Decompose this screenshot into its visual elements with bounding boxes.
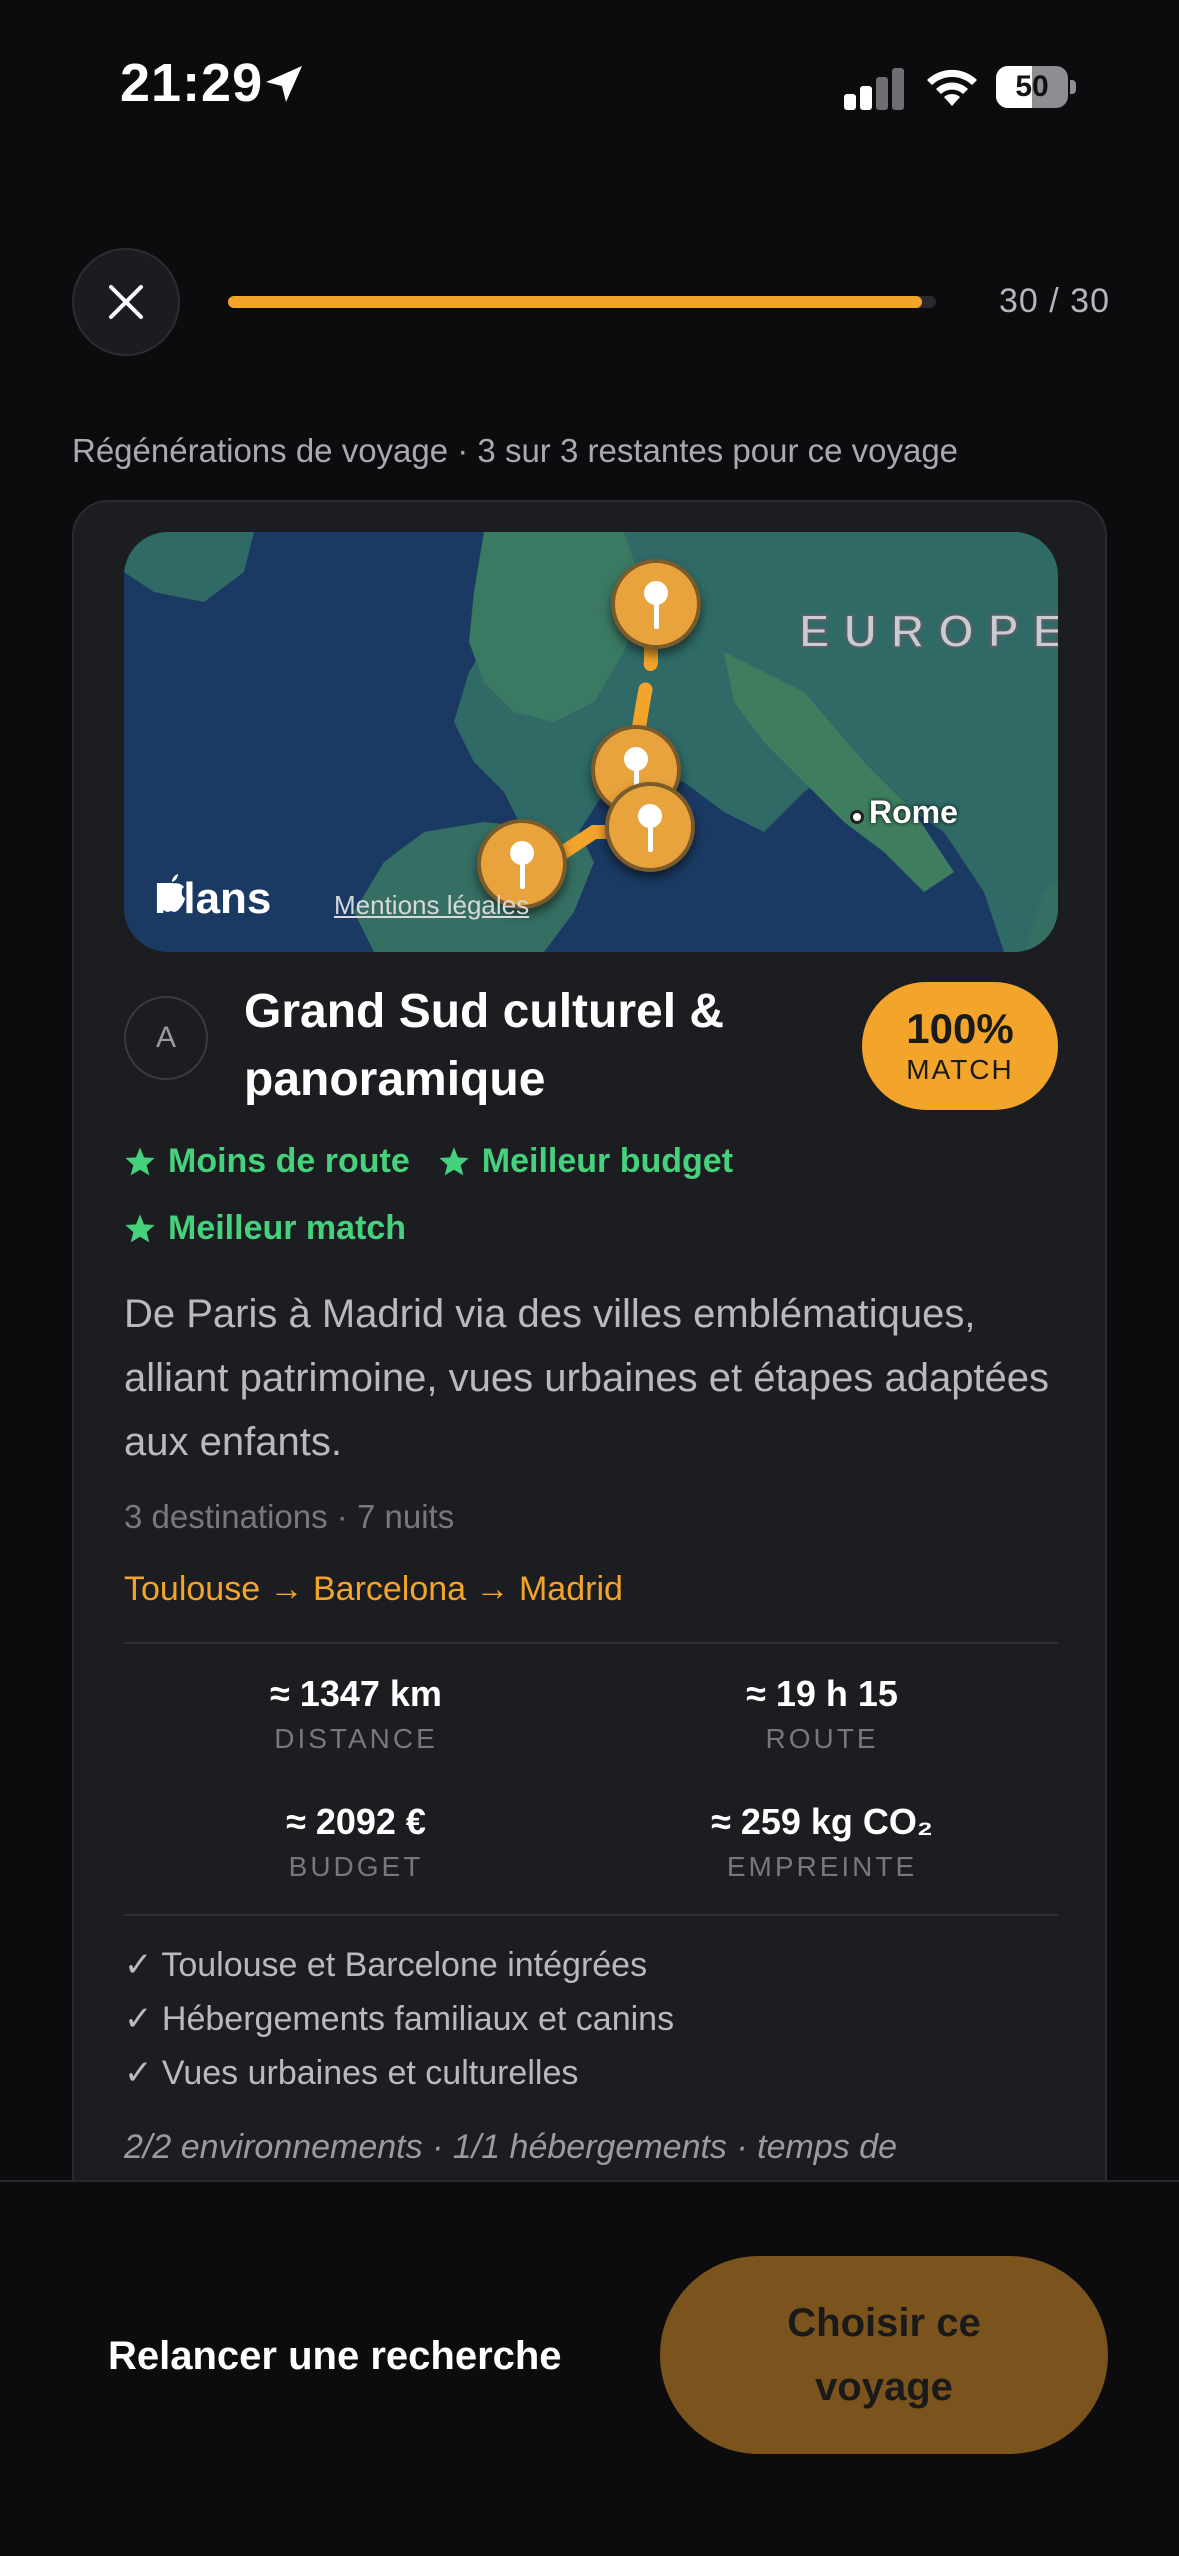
status-bar: 21:29 50 — [0, 0, 1179, 175]
trip-map[interactable]: EUROPE Rome Plans Mentions légales — [124, 532, 1058, 952]
stat-route: ≈ 19 h 15 ROUTE — [746, 1673, 898, 1754]
star-icon — [125, 1146, 155, 1175]
apple-logo-icon — [157, 874, 185, 912]
progress-fill — [228, 296, 922, 308]
tag-least-driving: Moins de route — [124, 1142, 410, 1181]
trip-description: De Paris à Madrid via des villes embléma… — [124, 1292, 1050, 1464]
match-label: MATCH — [906, 1054, 1014, 1085]
progress-count: 30 / 30 — [999, 282, 1110, 320]
map-brand: Plans — [154, 874, 272, 923]
map-region-label: EUROPE — [798, 604, 1058, 658]
avatar: A — [124, 996, 208, 1080]
battery-level: 50 — [1015, 70, 1049, 103]
highlights-list: ✓ Toulouse et Barcelone intégrées ✓ Hébe… — [124, 1938, 1064, 2100]
trip-footnote: 2/2 environnements · 1/1 hébergements · … — [124, 2128, 897, 2166]
divider — [124, 1914, 1058, 1916]
map-city-label: Rome — [869, 794, 958, 830]
choose-trip-button[interactable]: Choisir ce voyage — [660, 2256, 1108, 2454]
trip-card[interactable]: EUROPE Rome Plans Mentions légales A Gra… — [72, 500, 1107, 2220]
star-icon — [125, 1213, 155, 1242]
progress-bar — [228, 296, 936, 308]
map-pin-paris[interactable] — [611, 559, 701, 649]
match-badge: 100% MATCH — [862, 982, 1058, 1110]
legal-notice-link[interactable]: Mentions légales — [334, 890, 529, 921]
cellular-signal-icon — [844, 68, 904, 110]
divider — [124, 1642, 1058, 1644]
trip-title: Grand Sud culturel & panoramique — [244, 985, 725, 1106]
close-button[interactable] — [72, 248, 180, 356]
trip-meta: 3 destinations · 7 nuits — [124, 1498, 455, 1535]
close-icon — [109, 285, 143, 319]
regeneration-note: Régénérations de voyage · 3 sur 3 restan… — [72, 432, 959, 469]
relaunch-search-button[interactable]: Relancer une recherche — [108, 2334, 562, 2379]
tag-best-match: Meilleur match — [124, 1209, 406, 1248]
star-icon — [439, 1146, 469, 1175]
match-percent: 100% — [906, 1005, 1014, 1052]
stat-distance: ≈ 1347 km DISTANCE — [270, 1673, 442, 1754]
stat-footprint: ≈ 259 kg CO₂ EMPREINTE — [711, 1801, 933, 1882]
battery-indicator: 50 — [996, 66, 1076, 108]
trip-tags: Moins de route Meilleur budget Meilleur … — [124, 1142, 1064, 1276]
wifi-icon — [927, 69, 977, 106]
bottom-action-bar: Relancer une recherche Choisir ce voyage — [0, 2180, 1179, 2556]
list-item: ✓ Vues urbaines et culturelles — [124, 2054, 579, 2092]
map-pin-barcelona[interactable] — [605, 782, 695, 872]
city-dot-icon — [850, 810, 864, 824]
list-item: ✓ Toulouse et Barcelone intégrées — [124, 1946, 648, 1984]
list-item: ✓ Hébergements familiaux et canins — [124, 2000, 675, 2038]
location-arrow-icon — [266, 66, 302, 102]
status-time: 21:29 — [120, 53, 264, 113]
trip-route: Toulouse → Barcelona → Madrid — [124, 1570, 623, 1608]
stat-budget: ≈ 2092 € BUDGET — [286, 1801, 426, 1882]
tag-best-budget: Meilleur budget — [438, 1142, 733, 1181]
